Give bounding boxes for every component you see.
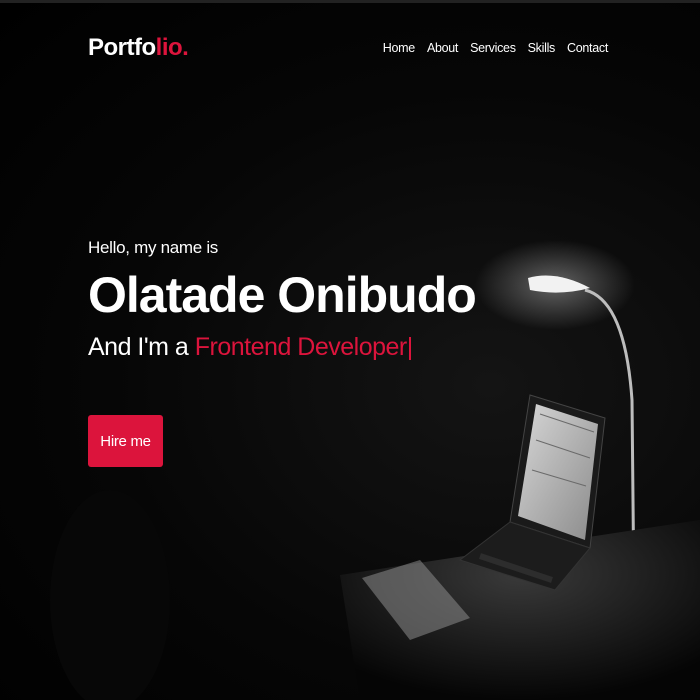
chair-silhouette	[50, 490, 170, 700]
hero-name: Olatade Onibudo	[88, 267, 477, 323]
nav-link-services[interactable]: Services	[470, 41, 516, 55]
nav-link-home[interactable]: Home	[383, 41, 415, 55]
hero-content: Hello, my name is Olatade Onibudo And I'…	[88, 238, 477, 362]
role-typed-text: Frontend Developer	[194, 333, 407, 361]
logo-main: Portfo	[88, 34, 156, 61]
hero-page: Portfolio. Home About Services Skills Co…	[0, 0, 700, 700]
nav-link-skills[interactable]: Skills	[528, 41, 556, 55]
nav-link-contact[interactable]: Contact	[567, 41, 608, 55]
logo-accent: lio.	[155, 34, 189, 61]
greeting-text: Hello, my name is	[88, 238, 218, 257]
navbar: Portfolio. Home About Services Skills Co…	[0, 30, 700, 70]
nav-link-about[interactable]: About	[427, 41, 458, 55]
nav-menu: Home About Services Skills Contact	[383, 41, 609, 55]
typing-cursor: |	[406, 333, 414, 361]
logo[interactable]: Portfolio.	[88, 34, 189, 62]
hire-me-button[interactable]: Hire me	[88, 415, 163, 467]
role-prefix: And I'm a	[88, 333, 195, 361]
role-line: And I'm a Frontend Developer|	[88, 333, 476, 362]
